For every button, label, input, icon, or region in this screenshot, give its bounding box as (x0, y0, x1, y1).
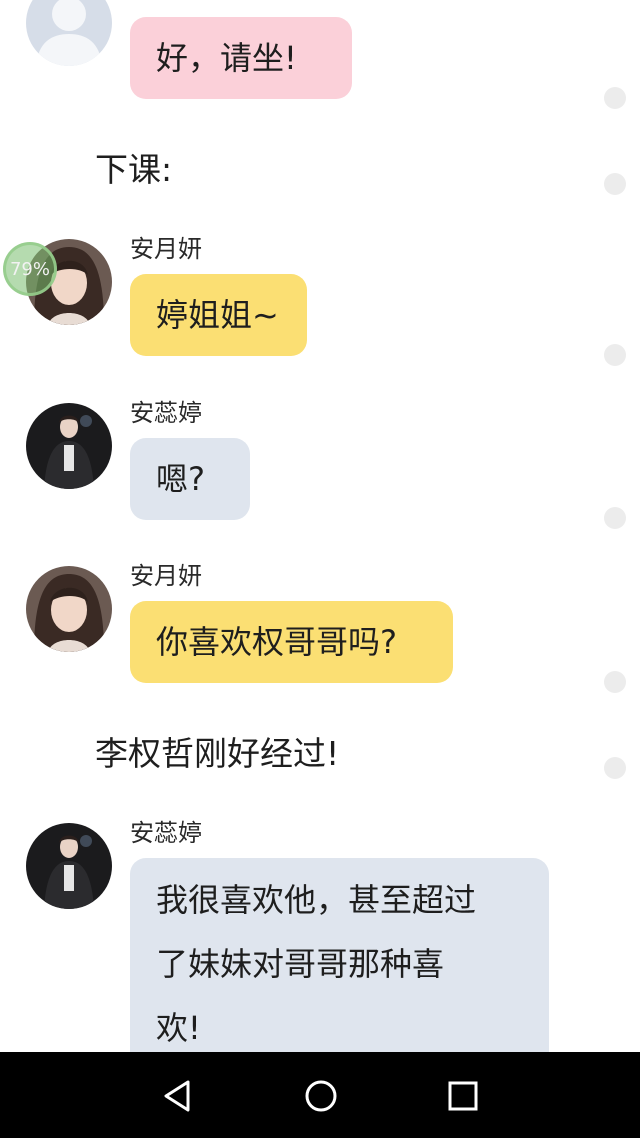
home-button[interactable] (293, 1068, 349, 1124)
message-text-line: 欢! (156, 1009, 201, 1047)
scroll-marker-dot[interactable] (604, 87, 626, 109)
chat-area[interactable]: 好，请坐! 下课: 安月妍 婷姐姐~ 安蕊婷 嗯? 安月妍 你喜欢权哥哥吗? 李… (0, 0, 640, 1052)
message-bubble[interactable]: 嗯? (130, 438, 250, 520)
scroll-marker-dot[interactable] (604, 173, 626, 195)
message-bubble[interactable]: 婷姐姐~ (130, 274, 307, 356)
message-text: 婷姐姐~ (156, 296, 279, 334)
scroll-marker-dot[interactable] (604, 671, 626, 693)
portrait-image (26, 823, 112, 909)
message-text-line: 了妹妹对哥哥那种喜 (156, 945, 445, 983)
scroll-marker-dot[interactable] (604, 757, 626, 779)
portrait-image (26, 403, 112, 489)
message-text: 你喜欢权哥哥吗? (156, 623, 397, 661)
recents-button[interactable] (435, 1068, 491, 1124)
message-bubble[interactable]: 你喜欢权哥哥吗? (130, 601, 453, 683)
yueyan-avatar[interactable] (26, 566, 112, 652)
progress-overlay[interactable]: 79% (3, 242, 57, 296)
navigation-bar (0, 1052, 640, 1138)
triangle-back-icon (164, 1080, 190, 1112)
sender-name: 安蕊婷 (130, 399, 202, 427)
sender-name: 安月妍 (130, 562, 202, 590)
narration-text: 李权哲刚好经过! (95, 734, 340, 773)
default-avatar[interactable] (26, 0, 112, 66)
message-bubble[interactable]: 我很喜欢他，甚至超过 了妹妹对哥哥那种喜 欢! (130, 858, 549, 1052)
ruiting-avatar[interactable] (26, 403, 112, 489)
sender-name: 安蕊婷 (130, 819, 202, 847)
person-placeholder-icon (26, 0, 112, 66)
message-bubble[interactable]: 好，请坐! (130, 17, 352, 99)
sender-name: 安月妍 (130, 235, 202, 263)
portrait-image (26, 566, 112, 652)
square-recents-icon (448, 1081, 478, 1111)
scroll-marker-dot[interactable] (604, 507, 626, 529)
message-text: 好，请坐! (156, 39, 297, 77)
circle-home-icon (305, 1080, 337, 1112)
narration-text: 下课: (95, 150, 173, 189)
ruiting-avatar[interactable] (26, 823, 112, 909)
progress-text: 79% (9, 258, 50, 280)
message-text: 嗯? (156, 460, 205, 498)
scroll-marker-dot[interactable] (604, 344, 626, 366)
back-button[interactable] (150, 1068, 206, 1124)
message-text-line: 我很喜欢他，甚至超过 (156, 881, 477, 919)
